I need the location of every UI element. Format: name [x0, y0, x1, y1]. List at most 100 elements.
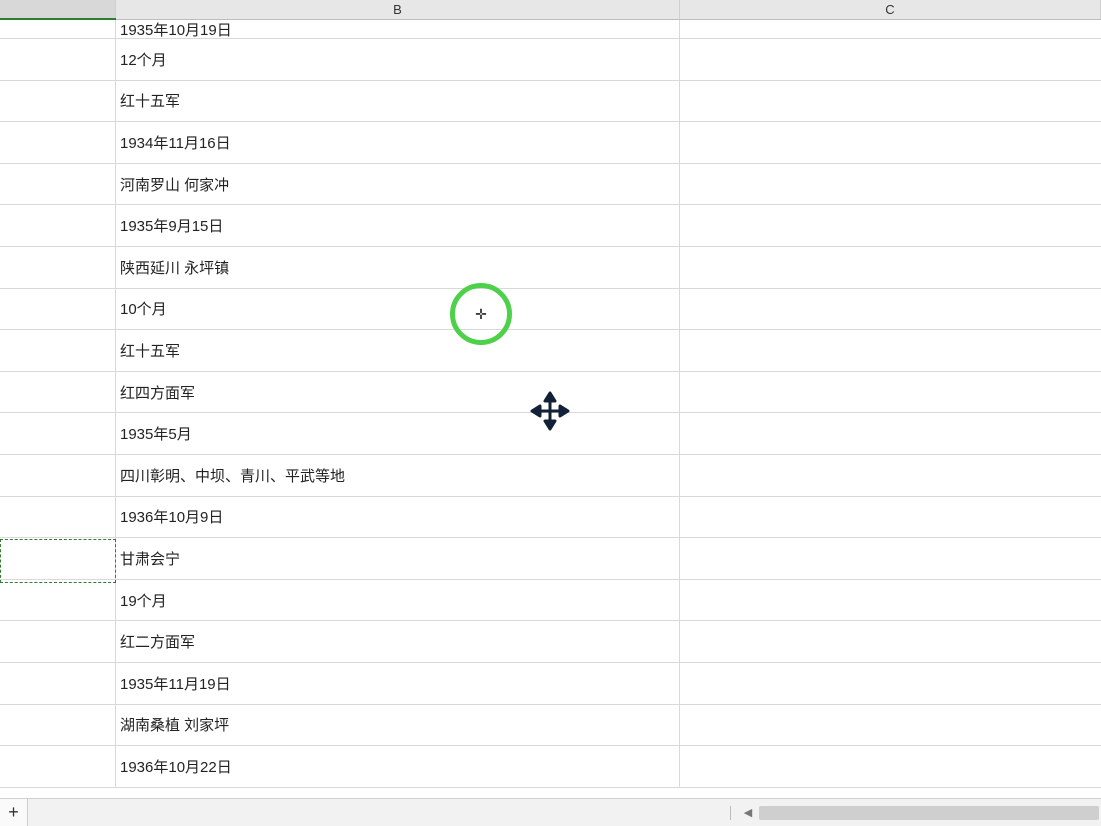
cell-text: 红二方面军	[120, 631, 195, 652]
table-row[interactable]: 1936年10月9日	[0, 497, 1101, 539]
cell[interactable]	[0, 205, 116, 246]
table-row[interactable]: 1935年11月19日	[0, 663, 1101, 705]
cell[interactable]: 1934年11月16日	[116, 122, 680, 163]
cell[interactable]	[680, 81, 1101, 122]
cell[interactable]: 1936年10月22日	[116, 746, 680, 787]
separator	[730, 806, 731, 820]
cell[interactable]: 红十五军	[116, 81, 680, 122]
cell[interactable]: 红二方面军	[116, 621, 680, 662]
cell[interactable]	[680, 122, 1101, 163]
cell[interactable]	[680, 746, 1101, 787]
cell[interactable]: 1935年10月19日	[116, 20, 680, 38]
column-header-row: B C	[0, 0, 1101, 20]
cell-text: 红四方面军	[120, 382, 195, 403]
table-row[interactable]: 12个月	[0, 39, 1101, 81]
scroll-left-button[interactable]: ◀	[741, 806, 755, 820]
cell[interactable]: 四川彰明、中坝、青川、平武等地	[116, 455, 680, 496]
cell[interactable]	[680, 20, 1101, 38]
cell[interactable]	[680, 247, 1101, 288]
cell[interactable]	[0, 663, 116, 704]
cell[interactable]	[680, 205, 1101, 246]
add-sheet-button[interactable]: +	[0, 799, 28, 826]
cell[interactable]: 红十五军	[116, 330, 680, 371]
table-row[interactable]: 1935年5月	[0, 413, 1101, 455]
cell[interactable]	[680, 705, 1101, 746]
cell[interactable]	[0, 538, 116, 579]
cell[interactable]	[0, 122, 116, 163]
cell-text: 1935年11月19日	[120, 673, 231, 694]
cell[interactable]	[0, 705, 116, 746]
cell[interactable]: 19个月	[116, 580, 680, 621]
cell[interactable]	[0, 372, 116, 413]
table-row[interactable]: 河南罗山 何家冲	[0, 164, 1101, 206]
table-row[interactable]: 10个月	[0, 289, 1101, 331]
cell-text: 陕西延川 永坪镇	[120, 257, 229, 278]
cell[interactable]: 陕西延川 永坪镇	[116, 247, 680, 288]
cell[interactable]: 1936年10月9日	[116, 497, 680, 538]
cell[interactable]	[680, 580, 1101, 621]
cell[interactable]	[680, 289, 1101, 330]
scrollbar-thumb[interactable]	[759, 806, 1099, 820]
cell[interactable]	[0, 746, 116, 787]
table-row[interactable]: 陕西延川 永坪镇	[0, 247, 1101, 289]
cell[interactable]	[0, 455, 116, 496]
cell-text: 红十五军	[120, 90, 180, 111]
cell[interactable]	[680, 497, 1101, 538]
horizontal-scroll-controls: ◀	[724, 799, 1101, 826]
column-header-c[interactable]: C	[680, 0, 1101, 19]
cell[interactable]: 12个月	[116, 39, 680, 80]
table-row[interactable]: 1935年9月15日	[0, 205, 1101, 247]
cell[interactable]	[0, 39, 116, 80]
column-header-b[interactable]: B	[116, 0, 680, 19]
cell[interactable]	[0, 330, 116, 371]
cell[interactable]	[0, 164, 116, 205]
cell[interactable]	[0, 289, 116, 330]
cell[interactable]	[680, 39, 1101, 80]
table-row[interactable]: 1934年11月16日	[0, 122, 1101, 164]
cell[interactable]	[0, 621, 116, 662]
table-row[interactable]: 1936年10月22日	[0, 746, 1101, 788]
table-row[interactable]: 甘肃会宁	[0, 538, 1101, 580]
cell[interactable]: 红四方面军	[116, 372, 680, 413]
cell[interactable]: 甘肃会宁	[116, 538, 680, 579]
cell[interactable]: 1935年9月15日	[116, 205, 680, 246]
cell[interactable]	[680, 455, 1101, 496]
table-row[interactable]: 四川彰明、中坝、青川、平武等地	[0, 455, 1101, 497]
cell-text: 1935年5月	[120, 423, 192, 444]
cell-text: 1936年10月22日	[120, 756, 232, 777]
table-row[interactable]: 红四方面军	[0, 372, 1101, 414]
table-row[interactable]: 红十五军	[0, 330, 1101, 372]
table-row[interactable]: 湖南桑植 刘家坪	[0, 705, 1101, 747]
sheet-tabs-area[interactable]	[28, 799, 724, 826]
cell[interactable]	[680, 663, 1101, 704]
horizontal-scrollbar[interactable]	[759, 806, 1099, 820]
column-label: B	[393, 2, 402, 17]
spreadsheet-grid[interactable]: 1935年10月19日 12个月 红十五军 1934年11月16日 河南罗山 何…	[0, 20, 1101, 798]
cell[interactable]	[0, 497, 116, 538]
cell[interactable]	[680, 413, 1101, 454]
cell[interactable]	[680, 538, 1101, 579]
cell[interactable]	[0, 20, 116, 38]
cell[interactable]	[680, 372, 1101, 413]
table-row[interactable]: 1935年10月19日	[0, 20, 1101, 39]
cell-text: 12个月	[120, 49, 167, 70]
table-row[interactable]: 19个月	[0, 580, 1101, 622]
cell[interactable]: 河南罗山 何家冲	[116, 164, 680, 205]
cell[interactable]	[680, 621, 1101, 662]
cell[interactable]	[0, 81, 116, 122]
column-header-a[interactable]	[0, 0, 116, 19]
cell[interactable]: 湖南桑植 刘家坪	[116, 705, 680, 746]
table-row[interactable]: 红十五军	[0, 81, 1101, 123]
cell[interactable]	[0, 247, 116, 288]
table-row[interactable]: 红二方面军	[0, 621, 1101, 663]
cell-text: 1934年11月16日	[120, 132, 231, 153]
cell[interactable]	[0, 580, 116, 621]
cell[interactable]: 1935年11月19日	[116, 663, 680, 704]
cell[interactable]: 1935年5月	[116, 413, 680, 454]
cell-text: 湖南桑植 刘家坪	[120, 714, 229, 735]
cell[interactable]	[680, 164, 1101, 205]
cell[interactable]: 10个月	[116, 289, 680, 330]
cell[interactable]	[0, 413, 116, 454]
cell[interactable]	[680, 330, 1101, 371]
sheet-tab-bar: + ◀	[0, 798, 1101, 826]
